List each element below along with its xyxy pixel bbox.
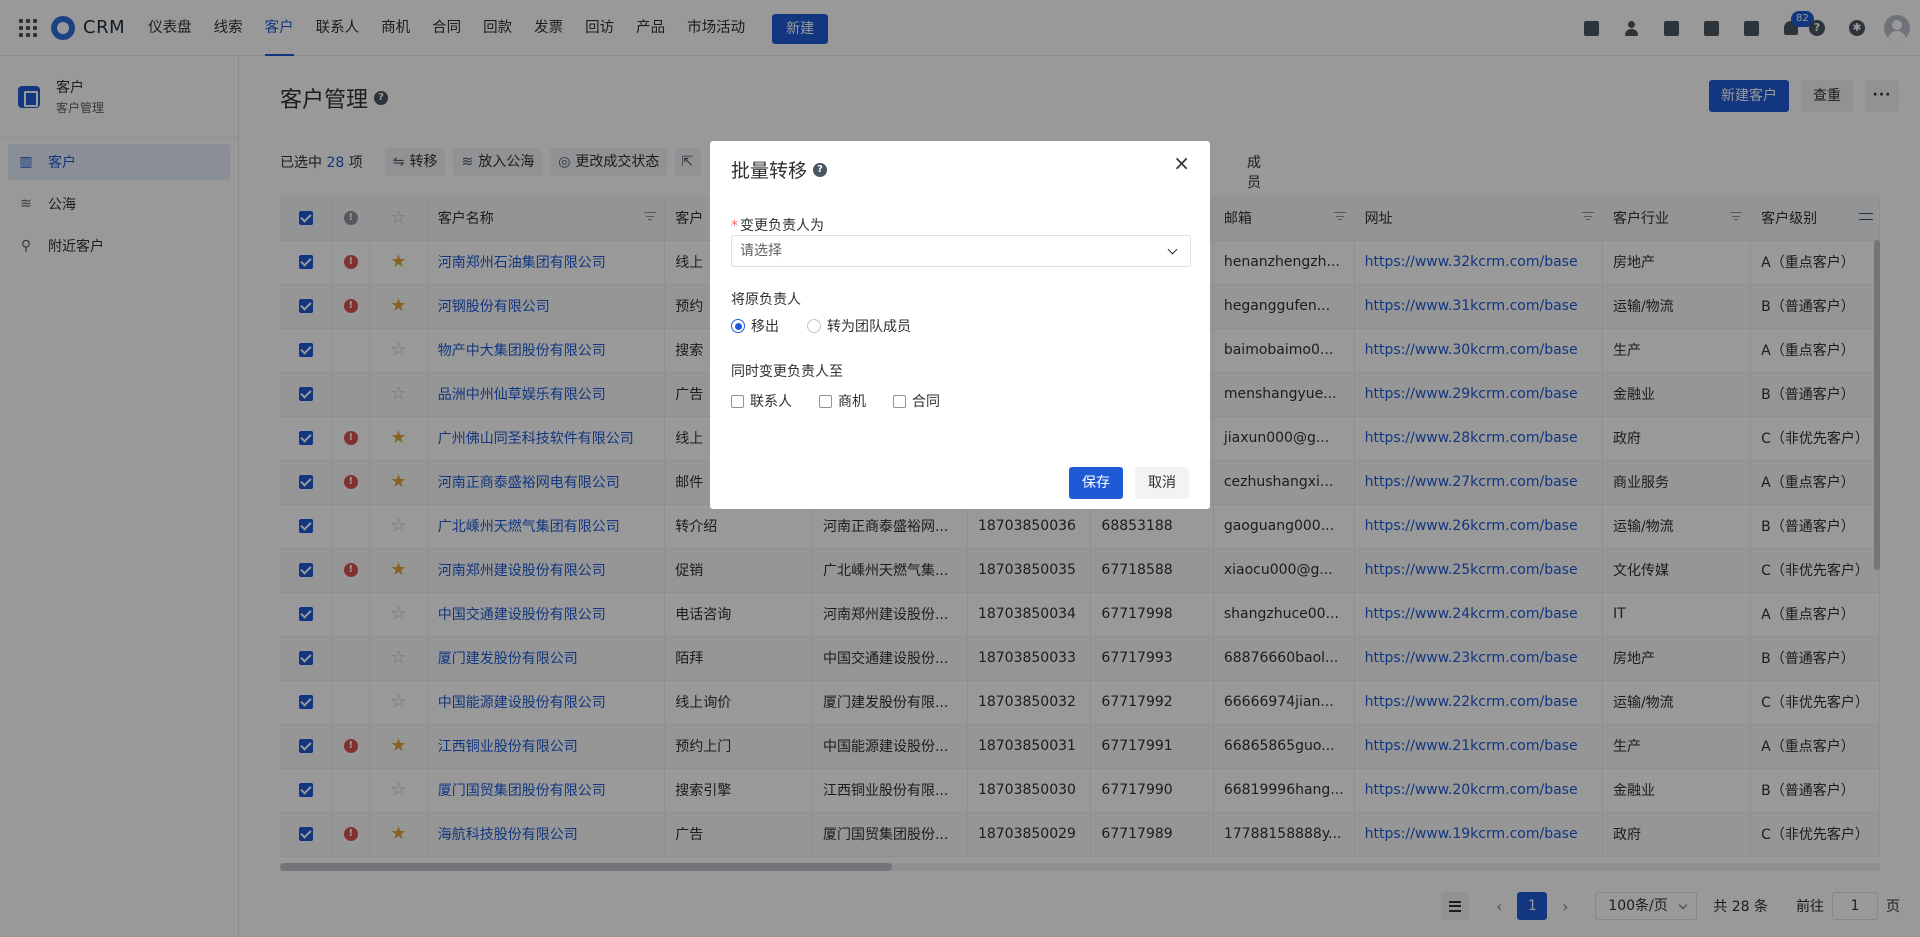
radio-to-team[interactable] bbox=[807, 319, 821, 333]
cancel-button[interactable]: 取消 bbox=[1135, 467, 1189, 499]
checkbox-contract-label[interactable]: 合同 bbox=[912, 391, 940, 411]
checkbox-business[interactable] bbox=[819, 394, 832, 408]
batch-transfer-dialog: 批量转移 ? × * 变更负责人为 请选择 将原负责人 移出 转为团队成员 同时变… bbox=[710, 141, 1210, 509]
dialog-title-wrap: 批量转移 ? bbox=[731, 156, 828, 183]
radio-to-team-label[interactable]: 转为团队成员 bbox=[827, 316, 911, 336]
owner-select[interactable]: 请选择 bbox=[731, 235, 1191, 267]
save-button[interactable]: 保存 bbox=[1069, 467, 1123, 499]
original-owner-label: 将原负责人 bbox=[731, 292, 801, 308]
owner-field-label: * 变更负责人为 bbox=[731, 218, 824, 234]
radio-remove-label[interactable]: 移出 bbox=[751, 316, 779, 336]
dialog-footer: 保存 取消 bbox=[1069, 467, 1189, 499]
radio-remove[interactable] bbox=[731, 319, 745, 333]
dialog-help-icon[interactable]: ? bbox=[813, 162, 828, 177]
checkbox-contract[interactable] bbox=[893, 394, 906, 408]
checkbox-contact-label[interactable]: 联系人 bbox=[750, 391, 792, 411]
original-owner-radio-group: 移出 转为团队成员 bbox=[731, 316, 911, 336]
also-change-label: 同时变更负责人至 bbox=[731, 364, 843, 380]
checkbox-business-label[interactable]: 商机 bbox=[838, 391, 866, 411]
also-change-checkbox-group: 联系人 商机 合同 bbox=[731, 391, 940, 411]
close-icon[interactable]: × bbox=[1173, 153, 1190, 173]
checkbox-contact[interactable] bbox=[731, 394, 744, 408]
dialog-title: 批量转移 bbox=[731, 160, 808, 182]
